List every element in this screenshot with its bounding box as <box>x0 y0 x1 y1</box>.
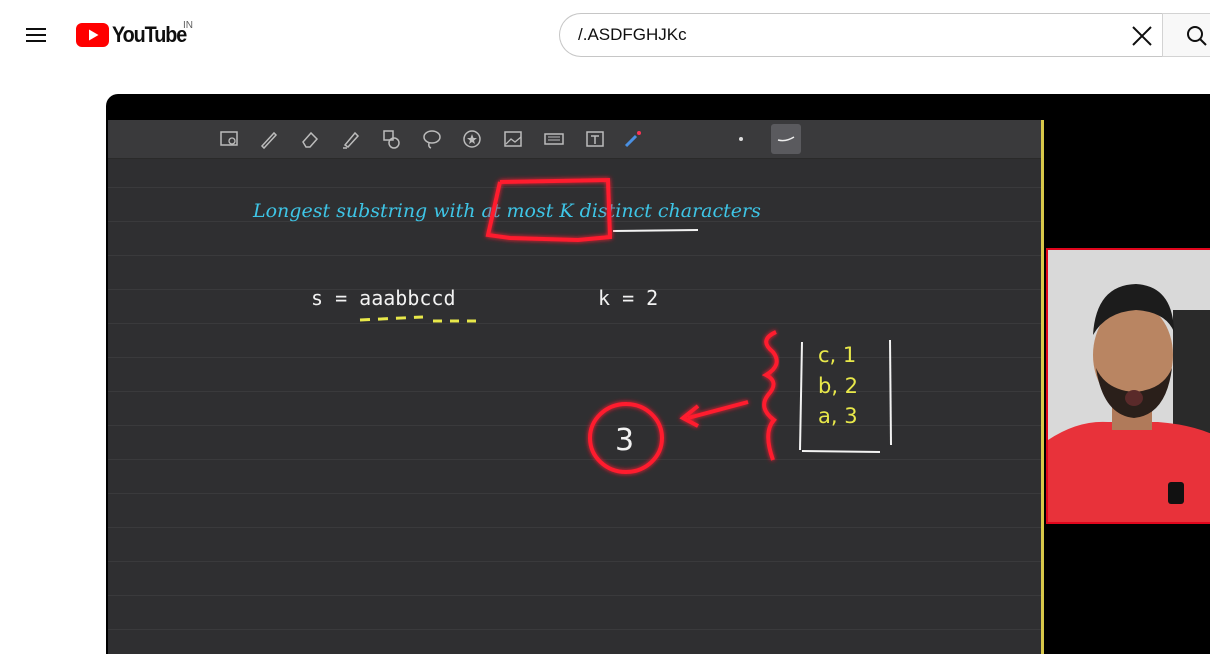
map-entry: b, 2 <box>818 374 858 398</box>
window-underline-1 <box>359 315 424 322</box>
equation-s: s = aaabbccd <box>311 286 456 310</box>
map-bracket-right <box>889 339 892 446</box>
equation-k: k = 2 <box>598 286 658 310</box>
presenter-webcam <box>1046 248 1210 524</box>
youtube-play-icon <box>76 23 109 47</box>
search-icon <box>1187 26 1207 46</box>
board-title: Longest substring with at most K distinc… <box>252 200 761 222</box>
map-entry: a, 3 <box>818 404 858 428</box>
video-player[interactable]: Longest substring with at most K distinc… <box>106 94 1210 654</box>
country-code: IN <box>183 20 193 31</box>
masthead: YouTube IN <box>0 0 1210 70</box>
search-button[interactable] <box>1162 13 1210 57</box>
brace-mark <box>761 330 779 461</box>
arrow-mark <box>679 400 749 428</box>
logo-text: YouTube <box>112 22 187 47</box>
search-box <box>559 13 1163 57</box>
map-bracket-bottom <box>801 450 881 453</box>
map-bracket-left <box>799 341 803 451</box>
whiteboard: Longest substring with at most K distinc… <box>108 120 1044 654</box>
hamburger-menu-icon[interactable] <box>18 17 54 53</box>
presenter-avatar <box>1048 250 1210 522</box>
title-underline <box>612 229 699 232</box>
result-value: 3 <box>615 423 634 458</box>
handwriting-layer: Longest substring with at most K distinc… <box>252 177 892 474</box>
close-icon[interactable] <box>1131 25 1153 47</box>
map-entry: c, 1 <box>818 343 856 367</box>
search-input[interactable] <box>578 14 1118 56</box>
youtube-logo[interactable]: YouTube <box>76 22 194 48</box>
